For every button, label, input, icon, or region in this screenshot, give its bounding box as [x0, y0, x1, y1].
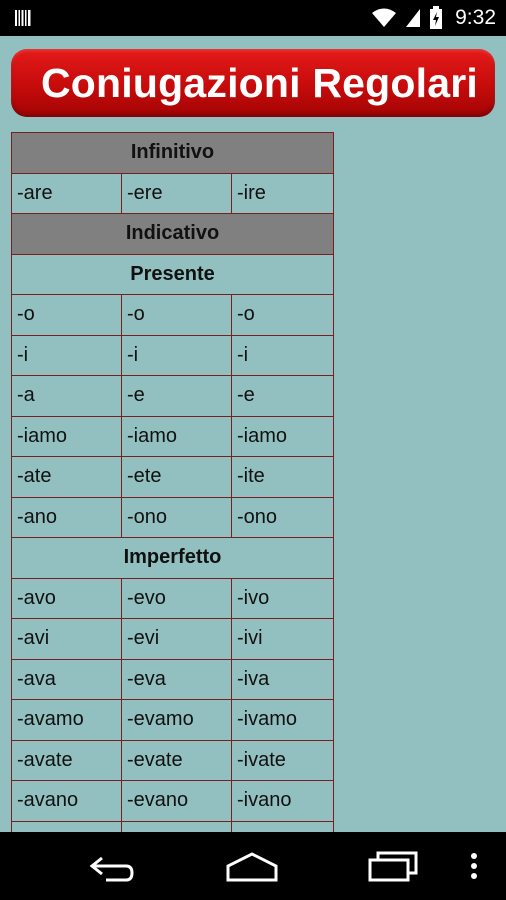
conjugation-table: Infinitivo -are -ere -ire Indicativo Presente…	[11, 132, 334, 862]
status-time: 9:32	[455, 6, 496, 29]
home-icon[interactable]	[222, 846, 282, 886]
signal-icon	[406, 9, 421, 27]
ending-cell: -e	[231, 375, 334, 417]
back-icon[interactable]	[82, 846, 142, 886]
ending-cell: -avamo	[11, 699, 122, 741]
ending-cell: -evi	[121, 618, 232, 660]
ending-cell: -ere	[121, 172, 232, 214]
ending-cell: -iamo	[231, 415, 334, 457]
ending-cell: -i	[231, 334, 334, 376]
ending-cell: -e	[121, 375, 232, 417]
ending-cell: -eva	[121, 658, 232, 700]
table-row: -avano -evano -ivano	[11, 780, 334, 822]
ending-cell: -o	[231, 294, 334, 336]
ending-cell: -ivate	[231, 739, 334, 781]
recent-apps-icon[interactable]	[362, 846, 422, 886]
section-header-row: Indicativo	[11, 213, 334, 255]
table-row: -are -ere -ire	[11, 172, 334, 214]
table-row: -ava -eva -iva	[11, 658, 334, 700]
ending-cell: -evo	[121, 577, 232, 619]
ending-cell: -ano	[11, 496, 122, 538]
barcode-icon	[15, 10, 31, 26]
ending-cell: -ava	[11, 658, 122, 700]
ending-cell: -are	[11, 172, 122, 214]
table-row: -avamo -evamo -ivamo	[11, 699, 334, 741]
table-row: -avi -evi -ivi	[11, 618, 334, 660]
ending-cell: -ono	[121, 496, 232, 538]
wifi-icon	[372, 8, 397, 27]
ending-cell: -ivano	[231, 780, 334, 822]
ending-cell: -i	[121, 334, 232, 376]
ending-cell: -ete	[121, 456, 232, 498]
ending-cell: -o	[11, 294, 122, 336]
table-row: -avate -evate -ivate	[11, 739, 334, 781]
table-row: -ate -ete -ite	[11, 456, 334, 498]
subsection-header: Imperfetto	[11, 537, 334, 579]
battery-charging-icon	[430, 6, 443, 29]
ending-cell: -ivi	[231, 618, 334, 660]
ending-cell: -iamo	[11, 415, 122, 457]
subsection-header: Presente	[11, 253, 334, 295]
subsection-header-row: Imperfetto	[11, 537, 334, 579]
ending-cell: -ire	[231, 172, 334, 214]
ending-cell: -avate	[11, 739, 122, 781]
ending-cell: -o	[121, 294, 232, 336]
overflow-menu-icon[interactable]	[454, 846, 494, 886]
ending-cell: -iamo	[121, 415, 232, 457]
table-row: -o -o -o	[11, 294, 334, 336]
ending-cell: -avo	[11, 577, 122, 619]
navigation-bar	[0, 832, 506, 900]
table-row: -a -e -e	[11, 375, 334, 417]
ending-cell: -ono	[231, 496, 334, 538]
ending-cell: -evamo	[121, 699, 232, 741]
ending-cell: -ite	[231, 456, 334, 498]
ending-cell: -i	[11, 334, 122, 376]
page-title: Coniugazioni Regolari	[41, 60, 478, 106]
table-row: -ano -ono -ono	[11, 496, 334, 538]
ending-cell: -avi	[11, 618, 122, 660]
ending-cell: -ate	[11, 456, 122, 498]
section-header: Indicativo	[11, 213, 334, 255]
section-header: Infinitivo	[11, 132, 334, 174]
table-row: -i -i -i	[11, 334, 334, 376]
table-row: -iamo -iamo -iamo	[11, 415, 334, 457]
status-bar: 9:32	[0, 0, 506, 36]
table-row: -avo -evo -ivo	[11, 577, 334, 619]
ending-cell: -ivamo	[231, 699, 334, 741]
ending-cell: -avano	[11, 780, 122, 822]
ending-cell: -iva	[231, 658, 334, 700]
ending-cell: -ivo	[231, 577, 334, 619]
status-icons: 9:32	[371, 0, 496, 36]
ending-cell: -a	[11, 375, 122, 417]
section-header-row: Infinitivo	[11, 132, 334, 174]
ending-cell: -evate	[121, 739, 232, 781]
title-banner: Coniugazioni Regolari	[11, 49, 495, 117]
ending-cell: -evano	[121, 780, 232, 822]
subsection-header-row: Presente	[11, 253, 334, 295]
